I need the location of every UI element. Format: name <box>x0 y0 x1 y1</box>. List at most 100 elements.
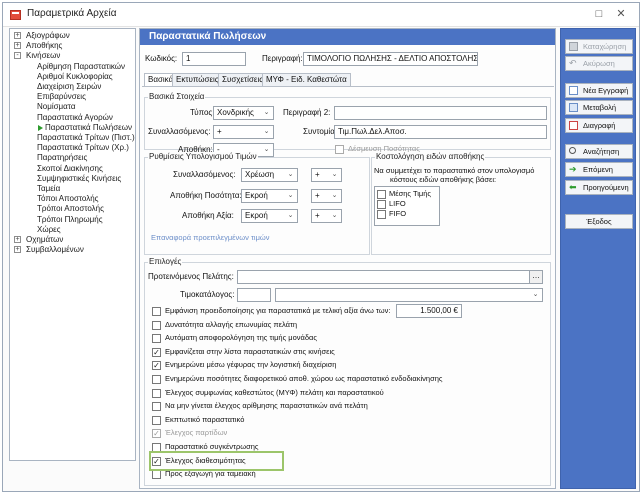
tree-item[interactable]: Συμβαλλομένων <box>26 245 84 255</box>
chevron-down-icon: ⌄ <box>263 109 270 116</box>
cancel-button[interactable]: ↶ Ακύρωση <box>565 56 633 71</box>
calc-value-select[interactable]: Εκροή ⌄ <box>241 209 298 223</box>
tree-item[interactable]: Συμψηφιστικές Κινήσεις <box>37 174 121 184</box>
code-input[interactable]: 1 <box>182 52 246 66</box>
restore-defaults-link[interactable]: Επαναφορά προεπιλεγμένων τιμών <box>151 233 270 242</box>
calc-qty-sign-value: + <box>315 191 320 200</box>
description-input[interactable]: ΤΙΜΟΛΟΓΙΟ ΠΩΛΗΣΗΣ - ΔΕΛΤΙΟ ΑΠΟΣΤΟΛΗΣ <box>303 52 478 66</box>
new-record-button[interactable]: Νέα Εγγραφή <box>565 83 633 98</box>
tree-item[interactable]: Τρόποι Αποστολής <box>37 204 104 214</box>
calc-qty-select[interactable]: Εκροή ⌄ <box>241 189 298 203</box>
edit-button[interactable]: Μεταβολή <box>565 100 633 115</box>
option-checkbox[interactable]: ✓ <box>152 347 161 357</box>
arrow-right-icon: ➔ <box>569 164 577 174</box>
partner-label: Συναλλασόμενος: <box>148 127 211 136</box>
tab-3[interactable]: ΜΥΦ - Ειδ. Καθεστώτα <box>262 73 351 87</box>
collapse-icon[interactable]: - <box>14 52 21 60</box>
expand-icon[interactable]: + <box>14 42 21 50</box>
expand-icon[interactable]: + <box>14 32 21 39</box>
tree-item[interactable]: Χώρες <box>37 225 61 235</box>
tree-item[interactable]: Επιβαρύνσεις <box>37 92 86 102</box>
tree-item[interactable]: Τόποι Αποστολής <box>37 194 99 204</box>
search-button[interactable]: Αναζήτηση <box>565 144 633 159</box>
new-document-icon <box>569 86 578 95</box>
default-customer-label: Προτεινόμενος Πελάτης: <box>148 272 234 281</box>
selected-arrow-icon <box>38 124 43 131</box>
tree-item[interactable]: Αρίθμηση Παραστατικών <box>37 62 125 72</box>
tree-item[interactable]: Παραστατικά Πωλήσεων <box>45 123 132 133</box>
option-checkbox[interactable] <box>152 334 161 344</box>
option-checkbox[interactable]: ✓ <box>152 429 161 439</box>
pricelist-select[interactable]: ⌄ <box>275 288 543 302</box>
calc-partner-value: Χρέωση <box>245 170 275 179</box>
tree-item[interactable]: Παραστατικά Τρίτων (Χρ.) <box>37 143 129 153</box>
calc-value-sign-select[interactable]: + ⌄ <box>311 209 342 223</box>
expand-icon[interactable]: + <box>14 236 21 243</box>
option-checkbox[interactable]: ✓ <box>152 361 161 371</box>
costing-checkbox[interactable] <box>377 190 386 199</box>
tree-item[interactable]: Κινήσεων <box>26 51 60 61</box>
navigation-tree[interactable]: Αξιογράφων + Αποθήκης + Κινήσεων - Αρίθμηση Πα… <box>9 28 136 461</box>
costing-checkbox[interactable] <box>377 210 386 219</box>
tree-item[interactable]: Διαχείριση Σειρών <box>37 82 101 92</box>
description2-input[interactable] <box>334 106 547 120</box>
costing-methods-list[interactable]: Μέσης Τιμής LIFO FIFO <box>374 186 440 226</box>
tree-item[interactable]: Παρατηρήσεις <box>37 153 87 163</box>
tree-item[interactable]: Νομίσματα <box>37 102 75 112</box>
tree-item[interactable]: Οχημάτων <box>26 235 63 245</box>
exit-button[interactable]: Έξοδος <box>565 214 633 229</box>
option-checkbox[interactable] <box>152 470 161 480</box>
basic-group-title: Βασικά Στοιχεία <box>148 92 206 102</box>
partner-select[interactable]: + ⌄ <box>213 125 274 139</box>
restore-window-button[interactable]: □ <box>591 6 607 22</box>
tree-item[interactable]: Αποθήκης <box>26 41 62 51</box>
browse-customer-button[interactable]: … <box>529 270 543 284</box>
calc-value-value: Εκροή <box>245 211 268 220</box>
tree-item[interactable]: Σκοποί Διακίνησης <box>37 164 103 174</box>
option-label: Ενημερώνει μέσω γέφυρας την λογιστική δι… <box>165 360 337 370</box>
search-icon <box>569 147 576 154</box>
warn-amount-input[interactable]: 1.500,00 € <box>396 304 462 318</box>
calc-qty-value: Εκροή <box>245 191 268 200</box>
edit-document-icon <box>569 103 578 112</box>
calc-value-sign-value: + <box>315 211 320 220</box>
undo-icon: ↶ <box>569 58 577 68</box>
tree-item[interactable]: Τρόποι Πληρωμής <box>37 215 103 225</box>
description-label: Περιγραφή: <box>262 54 303 63</box>
option-checkbox[interactable] <box>152 415 161 425</box>
type-select[interactable]: Χονδρικής ⌄ <box>213 106 274 120</box>
save-button[interactable]: Καταχώρηση <box>565 39 633 54</box>
delete-document-icon <box>569 121 578 130</box>
tab-1[interactable]: Εκτυπώσεις <box>172 73 223 87</box>
costing-checkbox[interactable] <box>377 200 386 209</box>
options-group-title: Επιλογές <box>148 257 183 267</box>
tree-item[interactable]: Παραστατικά Τρίτων (Πιστ.) <box>37 133 135 143</box>
calc-partner-select[interactable]: Χρέωση ⌄ <box>241 168 298 182</box>
delete-button[interactable]: Διαγραφή <box>565 118 633 133</box>
option-checkbox[interactable] <box>152 375 161 384</box>
previous-button[interactable]: ⬅ Προηγούμενη <box>565 180 633 195</box>
option-checkbox[interactable] <box>152 402 161 412</box>
expand-icon[interactable]: + <box>14 246 21 254</box>
abbreviation-input[interactable]: Τιμ.Πωλ.Δελ.Αποσ. <box>334 125 547 139</box>
tree-item[interactable]: Αξιογράφων <box>26 31 70 41</box>
commit-quantity-checkbox[interactable] <box>335 145 344 154</box>
chevron-down-icon: ⌄ <box>331 192 338 199</box>
next-button[interactable]: ➔ Επόμενη <box>565 162 633 177</box>
pricelist-code-input[interactable] <box>237 288 271 302</box>
window-title: Παραμετρικά Αρχεία <box>27 8 117 19</box>
default-customer-input[interactable] <box>237 270 543 284</box>
chevron-down-icon: ⌄ <box>287 192 294 199</box>
title-bar: Παραμετρικά Αρχεία □ ✕ <box>3 3 639 27</box>
close-window-button[interactable]: ✕ <box>613 6 629 22</box>
chevron-down-icon: ⌄ <box>287 212 294 219</box>
calc-partner-sign-select[interactable]: + ⌄ <box>311 168 342 182</box>
tree-item[interactable]: Ταμεία <box>37 184 60 194</box>
tree-item[interactable]: Αριθμοί Κυκλοφορίας <box>37 72 113 82</box>
option-checkbox[interactable] <box>152 307 161 316</box>
option-checkbox[interactable] <box>152 320 161 330</box>
calc-qty-sign-select[interactable]: + ⌄ <box>311 189 342 203</box>
tree-item[interactable]: Παραστατικά Αγορών <box>37 113 113 123</box>
option-checkbox[interactable] <box>152 388 161 398</box>
tab-2[interactable]: Συσχετίσεις <box>218 73 268 87</box>
